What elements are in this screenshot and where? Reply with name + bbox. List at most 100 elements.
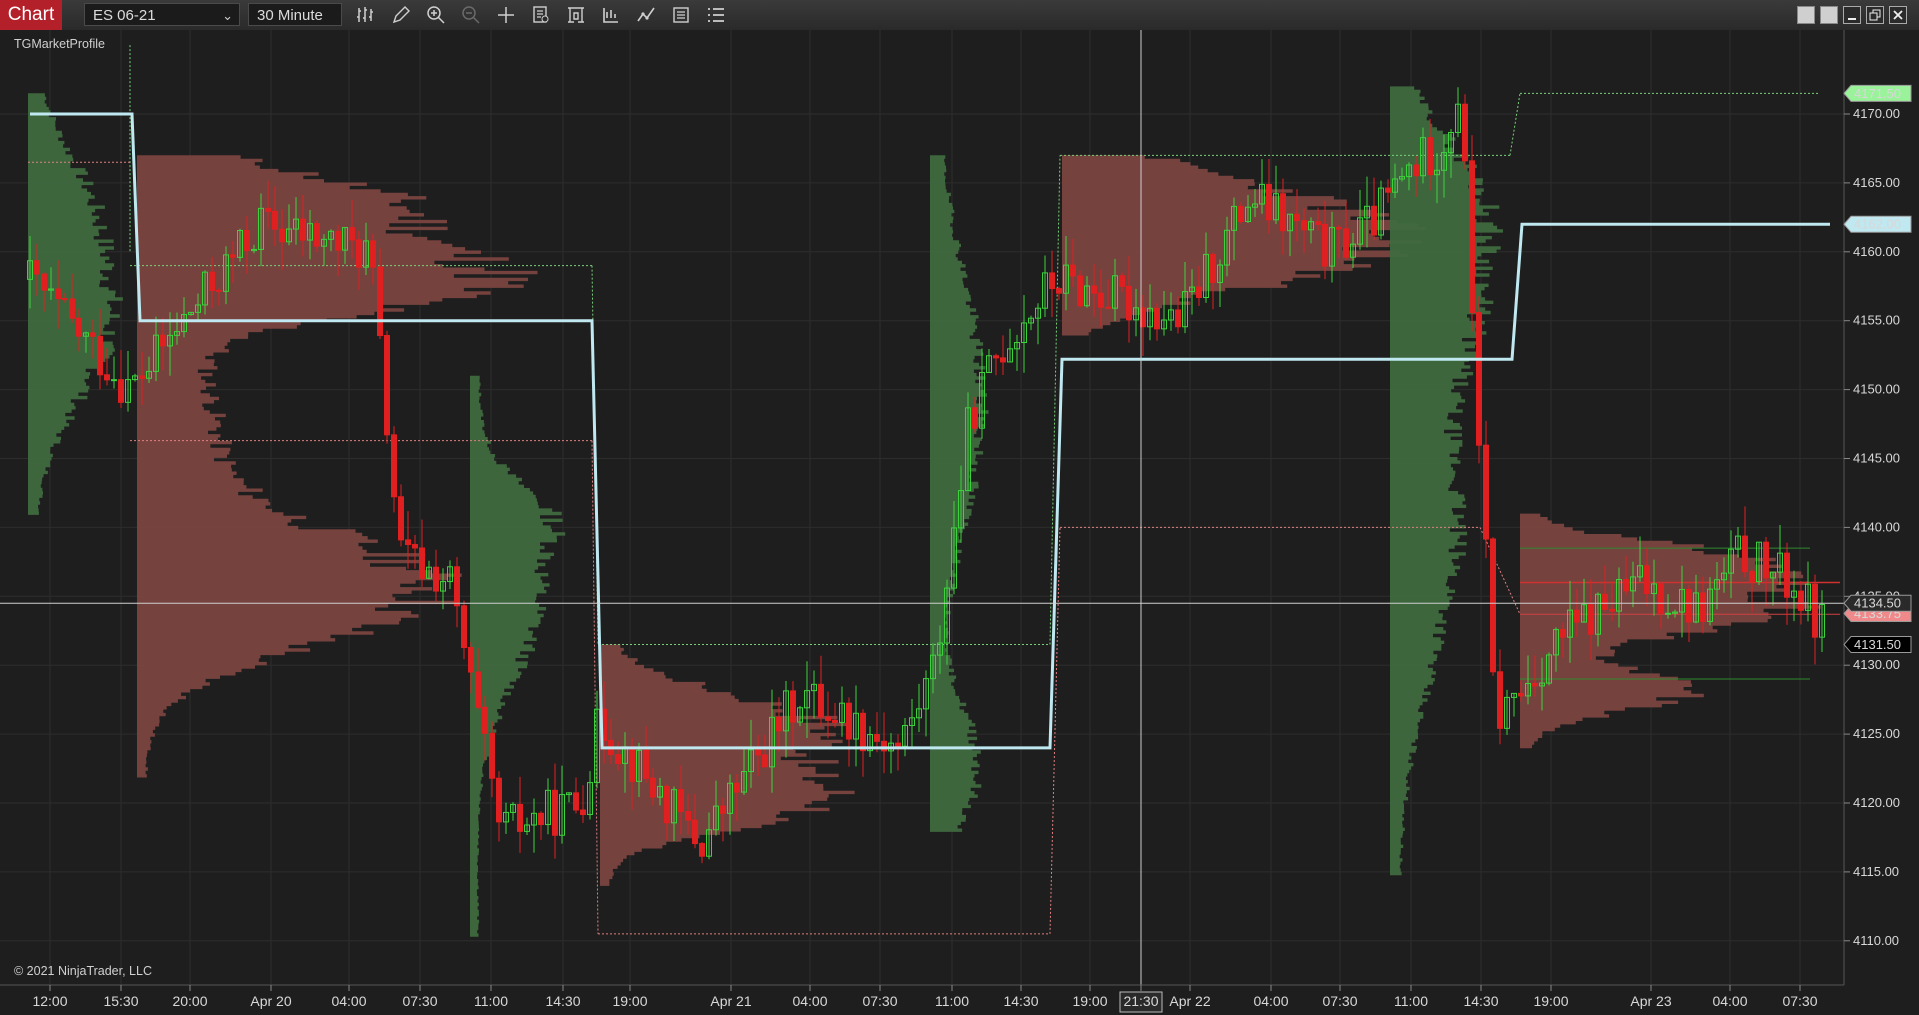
candle-body bbox=[818, 683, 824, 718]
period-select[interactable]: 30 Minute bbox=[248, 3, 342, 26]
time-tick-label: Apr 21 bbox=[710, 993, 751, 1009]
time-tick-label: 12:00 bbox=[32, 993, 67, 1009]
time-tick-label: 14:30 bbox=[545, 993, 580, 1009]
price-tick-label: 4155.00 bbox=[1853, 313, 1900, 328]
candle-body bbox=[1385, 187, 1391, 193]
candle-body bbox=[1098, 292, 1104, 308]
candle-body bbox=[846, 702, 852, 740]
candle-body bbox=[678, 789, 684, 813]
candle-body bbox=[664, 785, 670, 824]
crosshair-icon[interactable] bbox=[494, 4, 518, 26]
bar-type-icon[interactable] bbox=[354, 4, 378, 26]
candle-body bbox=[384, 335, 390, 436]
candle-body bbox=[1119, 275, 1125, 287]
price-chart[interactable]: 4170.00 4165.00 4160.00 4155.00 4150.00 4145.… bbox=[0, 30, 1919, 1015]
time-tick-label: 15:30 bbox=[103, 993, 138, 1009]
price-tick-label: 4170.00 bbox=[1853, 106, 1900, 121]
candle-body bbox=[377, 266, 383, 337]
time-tick-label: 11:00 bbox=[474, 993, 508, 1009]
candle-body bbox=[685, 811, 691, 821]
candle-body bbox=[650, 777, 656, 798]
candle-body bbox=[1462, 103, 1468, 162]
instrument-value: ES 06-21 bbox=[93, 7, 156, 24]
candle-body bbox=[412, 544, 418, 549]
data-box-icon[interactable] bbox=[529, 4, 553, 26]
time-tick-label: 04:00 bbox=[1253, 993, 1288, 1009]
price-marker-label: 4131.50 bbox=[1854, 637, 1901, 652]
candle-body bbox=[433, 566, 439, 592]
price-tick-label: 4110.00 bbox=[1853, 933, 1899, 948]
tile-icon[interactable] bbox=[1797, 6, 1815, 24]
candle-body bbox=[1763, 541, 1769, 579]
candle-body bbox=[1413, 164, 1419, 177]
candle-body bbox=[1644, 565, 1650, 595]
candle-body bbox=[1091, 285, 1097, 294]
candle-body bbox=[265, 207, 271, 212]
properties-icon[interactable] bbox=[669, 4, 693, 26]
candle-body bbox=[69, 298, 75, 319]
candle-body bbox=[860, 712, 866, 752]
candle-body bbox=[41, 273, 47, 291]
chart-tab[interactable]: Chart bbox=[0, 0, 62, 30]
candle-body bbox=[370, 240, 376, 268]
time-tick-label: 14:30 bbox=[1463, 993, 1498, 1009]
chevron-down-icon: ⌄ bbox=[222, 8, 233, 23]
zoom-in-icon[interactable] bbox=[424, 4, 448, 26]
minimize-icon[interactable] bbox=[1843, 6, 1861, 24]
candle-body bbox=[1623, 578, 1629, 592]
candle-body bbox=[356, 239, 362, 268]
time-tick-label: 20:00 bbox=[172, 993, 207, 1009]
time-tick-label: Apr 20 bbox=[250, 993, 291, 1009]
templates-icon[interactable] bbox=[564, 4, 588, 26]
candle-body bbox=[993, 355, 999, 359]
price-tick-label: 4165.00 bbox=[1853, 175, 1900, 190]
price-marker-label: 4162.00 bbox=[1854, 217, 1901, 232]
candle-body bbox=[62, 298, 68, 301]
candle-body bbox=[468, 647, 474, 673]
candle-body bbox=[517, 803, 523, 832]
time-tick-label: 04:00 bbox=[331, 993, 366, 1009]
candle-body bbox=[1322, 223, 1328, 267]
candle-body bbox=[391, 434, 397, 498]
candle-body bbox=[1371, 205, 1377, 236]
pencil-icon[interactable] bbox=[389, 4, 413, 26]
candle-body bbox=[1812, 583, 1818, 638]
candle-body bbox=[230, 254, 236, 258]
candle-body bbox=[552, 789, 558, 836]
candle-body bbox=[1588, 604, 1594, 635]
candle-body bbox=[895, 742, 901, 747]
candle-body bbox=[762, 754, 768, 768]
candle-body bbox=[419, 547, 425, 579]
chart-toolbar: Chart ES 06-21 ⌄ 30 Minute bbox=[0, 0, 1919, 31]
candle-body bbox=[349, 227, 355, 241]
candle-body bbox=[1490, 538, 1496, 673]
price-tick-label: 4150.00 bbox=[1853, 382, 1900, 397]
time-tick-label: 19:00 bbox=[612, 993, 647, 1009]
candle-body bbox=[629, 746, 635, 782]
candle-body bbox=[1574, 609, 1580, 623]
instrument-select[interactable]: ES 06-21 ⌄ bbox=[84, 3, 240, 26]
candle-body bbox=[1077, 275, 1083, 307]
close-icon[interactable] bbox=[1889, 6, 1907, 24]
price-marker-label: 4171.50 bbox=[1854, 86, 1901, 101]
tile-alt-icon[interactable] bbox=[1820, 6, 1838, 24]
zoom-out-icon[interactable] bbox=[459, 4, 483, 26]
strategies-icon[interactable] bbox=[599, 4, 623, 26]
candle-body bbox=[1518, 692, 1524, 697]
candle-body bbox=[1497, 671, 1503, 729]
candle-body bbox=[405, 539, 411, 546]
time-tick-label: Apr 22 bbox=[1169, 993, 1210, 1009]
candle-body bbox=[1560, 629, 1566, 638]
candle-body bbox=[1070, 264, 1076, 277]
restore-icon[interactable] bbox=[1866, 6, 1884, 24]
candle-body bbox=[279, 228, 285, 243]
candle-body bbox=[692, 819, 698, 845]
candle-body bbox=[216, 289, 222, 292]
candle-body bbox=[1056, 288, 1062, 294]
candle-body bbox=[580, 809, 586, 816]
indicators-icon[interactable] bbox=[634, 4, 658, 26]
chart-trader-icon[interactable] bbox=[704, 4, 728, 26]
candle-body bbox=[1749, 571, 1755, 583]
candle-body bbox=[1483, 444, 1489, 540]
time-tick-label: 21:30 bbox=[1123, 993, 1158, 1009]
